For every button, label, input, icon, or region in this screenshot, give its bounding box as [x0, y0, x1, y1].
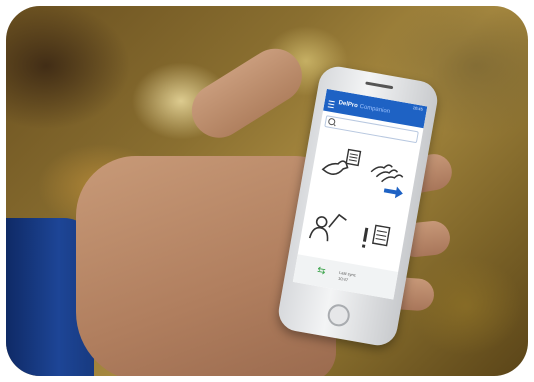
thumb — [181, 38, 313, 148]
cow-person-icon — [308, 213, 347, 242]
home-button[interactable] — [325, 302, 352, 329]
sync-time: 10:47 — [337, 275, 349, 283]
cow-list-icon — [321, 148, 362, 176]
phone-screen: 10:45 DelProCompanion ⇆ Last sync 10:47 — [292, 88, 428, 300]
app-name: DelPro — [338, 100, 359, 110]
herd-move-icon — [370, 164, 404, 199]
menu-icon[interactable] — [327, 100, 335, 109]
tile-cow-person[interactable] — [303, 194, 358, 255]
app-subtitle: Companion — [359, 103, 391, 116]
search-icon — [327, 117, 336, 126]
tile-cow-list[interactable] — [313, 135, 368, 196]
phone-speaker — [365, 81, 394, 90]
tile-herd-move[interactable] — [361, 143, 416, 204]
photo-background: 10:45 DelProCompanion ⇆ Last sync 10:47 — [6, 6, 528, 376]
tile-grid — [298, 130, 420, 270]
status-time: 10:45 — [412, 105, 424, 112]
sync-icon[interactable]: ⇆ — [316, 265, 326, 277]
tile-alert-list[interactable] — [350, 202, 405, 263]
alert-list-icon — [361, 224, 391, 248]
app-title: DelProCompanion — [338, 100, 390, 115]
